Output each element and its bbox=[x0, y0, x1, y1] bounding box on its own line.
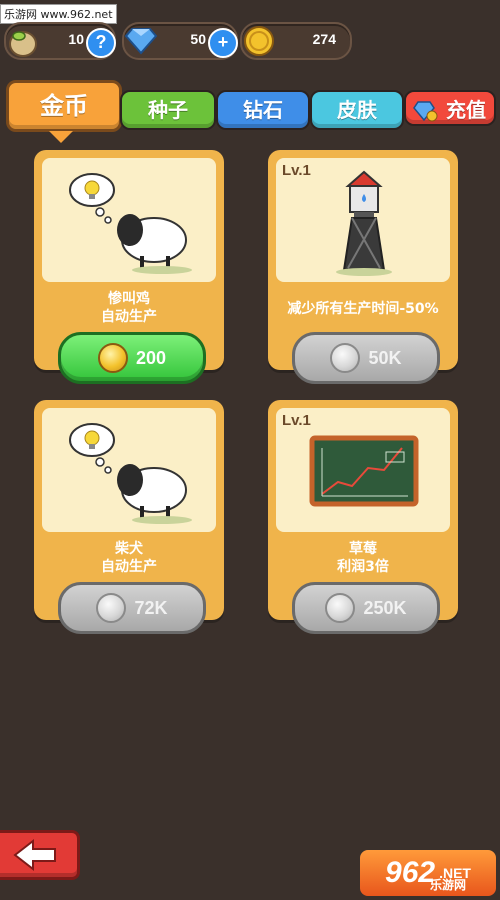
coin-icon bbox=[325, 593, 356, 623]
buy-button-3-price: 72K bbox=[134, 597, 168, 618]
coins-value: 274 bbox=[312, 31, 336, 47]
shop-card-1: 惨叫鸡 自动生产 200 bbox=[34, 150, 224, 384]
seeds-value: 10 bbox=[68, 31, 84, 47]
card-3-name: 柴犬 bbox=[115, 541, 143, 557]
coin-icon bbox=[244, 26, 274, 56]
seeds-help-button[interactable]: ? bbox=[86, 28, 116, 58]
diamonds-value: 50 bbox=[190, 31, 206, 47]
card-2-image-area: Lv.1 bbox=[276, 158, 450, 282]
card-4-image-area: Lv.1 bbox=[276, 408, 450, 532]
logo-subtitle: 乐游网 bbox=[430, 878, 467, 892]
buy-button-2-price: 50K bbox=[368, 347, 402, 368]
card-4-name: 草莓 bbox=[349, 541, 377, 557]
tab-seeds[interactable]: 种子 bbox=[120, 90, 216, 130]
diamonds-counter: 50 + bbox=[122, 22, 238, 60]
tab-gold[interactable]: 金币 bbox=[6, 80, 122, 143]
tab-gold-label: 金币 bbox=[40, 92, 88, 120]
sheep-idea-icon bbox=[69, 173, 192, 274]
card-1-name: 惨叫鸡 bbox=[108, 291, 150, 307]
arrow-left-icon bbox=[13, 838, 56, 872]
coins-counter: 274 bbox=[240, 22, 352, 60]
buy-button-4[interactable]: 250K bbox=[292, 582, 440, 634]
card-1-image-area bbox=[42, 158, 216, 282]
back-button[interactable] bbox=[0, 830, 80, 880]
tab-skins-label: 皮肤 bbox=[337, 98, 377, 122]
card-1-effect: 自动生产 bbox=[101, 309, 157, 325]
add-diamonds-button[interactable]: + bbox=[208, 28, 238, 58]
buy-button-1-price: 200 bbox=[135, 347, 167, 368]
card-2-effect: 减少所有生产时间-50% bbox=[287, 301, 439, 317]
coin-icon bbox=[96, 593, 127, 623]
tab-recharge-label: 充值 bbox=[446, 98, 486, 122]
card-4-level: Lv.1 bbox=[282, 412, 311, 429]
tab-recharge[interactable]: 充值 bbox=[404, 90, 496, 126]
seed-bag-icon bbox=[9, 31, 37, 57]
site-logo: 962 .NET bbox=[360, 850, 496, 896]
diamond-plus-icon bbox=[413, 101, 438, 122]
tab-diamonds[interactable]: 钻石 bbox=[216, 90, 310, 130]
sheep-idea-icon bbox=[69, 423, 192, 524]
seeds-counter: 10 ? bbox=[4, 22, 116, 60]
coin-icon bbox=[97, 343, 128, 373]
card-3-image-area bbox=[42, 408, 216, 532]
card-3-effect: 自动生产 bbox=[101, 559, 157, 575]
buy-button-3[interactable]: 72K bbox=[58, 582, 206, 634]
coin-icon bbox=[330, 343, 361, 373]
site-watermark: 乐游网 www.962.net bbox=[0, 4, 117, 24]
diamond-icon bbox=[124, 28, 158, 55]
card-2-level: Lv.1 bbox=[282, 162, 311, 179]
card-4-effect: 利润3倍 bbox=[337, 559, 389, 575]
tab-skins[interactable]: 皮肤 bbox=[310, 90, 404, 130]
tab-seeds-label: 种子 bbox=[148, 98, 188, 122]
shop-card-2: Lv.1 减少所有生产时间-50% 50K bbox=[268, 150, 458, 384]
shop-card-4: Lv.1 草莓 利润3倍 250K bbox=[268, 400, 458, 634]
buy-button-4-price: 250K bbox=[363, 597, 407, 618]
buy-button-1[interactable]: 200 bbox=[58, 332, 206, 384]
logo-main: 962 bbox=[385, 856, 436, 889]
buy-button-2[interactable]: 50K bbox=[292, 332, 440, 384]
tab-diamonds-label: 钻石 bbox=[243, 98, 283, 122]
shop-card-3: 柴犬 自动生产 72K bbox=[34, 400, 224, 634]
